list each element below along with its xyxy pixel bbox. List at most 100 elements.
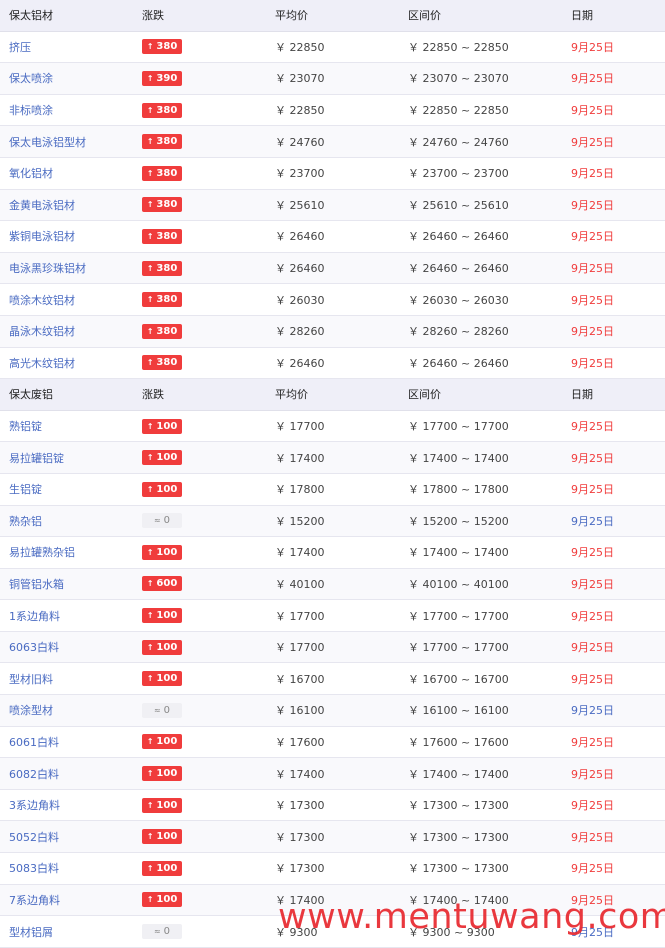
change-cell: ↑ 380 — [133, 102, 266, 118]
product-link[interactable]: 喷涂木纹铝材 — [9, 294, 75, 307]
product-link[interactable]: 5083白料 — [9, 862, 59, 875]
up-arrow-icon: ↑ — [146, 105, 154, 115]
product-link[interactable]: 1系边角料 — [9, 610, 60, 623]
avg-price-column-header: 平均价 — [275, 388, 308, 402]
change-value: 100 — [156, 831, 178, 843]
change-cell: ↑ 380 — [133, 292, 266, 308]
product-link[interactable]: 喷涂型材 — [9, 704, 53, 717]
avg-price: ￥ 15200 — [275, 514, 325, 528]
change-badge: ↑ 100 — [142, 860, 182, 876]
change-value: 600 — [156, 578, 178, 590]
product-cell: 5052白料 — [0, 829, 133, 845]
product-link[interactable]: 保太喷涂 — [9, 72, 53, 85]
product-link[interactable]: 晶泳木纹铝材 — [9, 325, 75, 338]
product-cell: 7系边角料 — [0, 892, 133, 908]
change-badge: ↑ 100 — [142, 766, 182, 782]
avg-price: ￥ 17600 — [275, 735, 325, 749]
section-header: 保太铝材 涨跌 平均价 区间价 日期 — [0, 0, 665, 32]
section-header: 保太废铝 涨跌 平均价 区间价 日期 — [0, 379, 665, 411]
change-cell: ↑ 100 — [133, 544, 266, 560]
product-link[interactable]: 3系边角料 — [9, 799, 60, 812]
change-cell: ↑ 100 — [133, 797, 266, 813]
range-price: ￥ 15200 ~ 15200 — [408, 514, 509, 528]
product-link[interactable]: 铜管铝水箱 — [9, 578, 64, 591]
range-price: ￥ 17400 ~ 17400 — [408, 546, 509, 560]
change-value: 100 — [156, 641, 178, 653]
date-value: 9月25日 — [571, 767, 614, 781]
change-badge: ↑ 380 — [142, 39, 182, 55]
product-cell: 保太电泳铝型材 — [0, 134, 133, 150]
change-cell: ≈0 — [133, 924, 266, 940]
product-link[interactable]: 非标喷涂 — [9, 104, 53, 117]
change-cell: ↑ 380 — [133, 197, 266, 213]
avg-price: ￥ 17300 — [275, 799, 325, 813]
product-link[interactable]: 高光木纹铝材 — [9, 357, 75, 370]
product-link[interactable]: 6082白料 — [9, 768, 59, 781]
range-price: ￥ 26460 ~ 26460 — [408, 356, 509, 370]
date-value: 9月25日 — [571, 799, 614, 813]
table-row: 易拉罐熟杂铝 ↑ 100 ￥ 17400 ￥ 17400 ~ 17400 9月25日 — [0, 537, 665, 569]
product-link[interactable]: 保太电泳铝型材 — [9, 136, 86, 149]
product-link[interactable]: 熟铝锭 — [9, 420, 42, 433]
product-link[interactable]: 型材旧料 — [9, 673, 53, 686]
product-cell: 挤压 — [0, 39, 133, 55]
table-row: 保太喷涂 ↑ 390 ￥ 23070 ￥ 23070 ~ 23070 9月25日 — [0, 63, 665, 95]
product-link[interactable]: 易拉罐熟杂铝 — [9, 546, 75, 559]
up-arrow-icon: ↑ — [146, 895, 154, 905]
product-cell: 喷涂型材 — [0, 702, 133, 718]
product-link[interactable]: 6063白料 — [9, 641, 59, 654]
change-cell: ↑ 380 — [133, 323, 266, 339]
table-row: 保太电泳铝型材 ↑ 380 ￥ 24760 ￥ 24760 ~ 24760 9月25日 — [0, 126, 665, 158]
up-arrow-icon: ↑ — [146, 200, 154, 210]
change-value: 380 — [156, 199, 178, 211]
product-link[interactable]: 氧化铝材 — [9, 167, 53, 180]
range-price: ￥ 16700 ~ 16700 — [408, 672, 509, 686]
date-value: 9月25日 — [571, 167, 614, 181]
product-link[interactable]: 型材铝屑 — [9, 926, 53, 939]
section-title: 保太废铝 — [9, 388, 53, 402]
range-price: ￥ 17300 ~ 17300 — [408, 799, 509, 813]
product-cell: 高光木纹铝材 — [0, 355, 133, 371]
range-price: ￥ 17800 ~ 17800 — [408, 483, 509, 497]
change-badge: ↑ 100 — [142, 544, 182, 560]
up-arrow-icon: ↑ — [146, 326, 154, 336]
change-cell: ↑ 100 — [133, 671, 266, 687]
change-badge: ↑ 100 — [142, 892, 182, 908]
change-badge: ↑ 380 — [142, 292, 182, 308]
avg-price: ￥ 23700 — [275, 167, 325, 181]
product-cell: 易拉罐熟杂铝 — [0, 544, 133, 560]
table-row: 6061白料 ↑ 100 ￥ 17600 ￥ 17600 ~ 17600 9月25日 — [0, 726, 665, 759]
product-link[interactable]: 熟杂铝 — [9, 515, 42, 528]
change-cell: ≈0 — [133, 513, 266, 529]
product-link[interactable]: 电泳黑珍珠铝材 — [9, 262, 86, 275]
product-link[interactable]: 7系边角料 — [9, 894, 60, 907]
change-value: 0 — [163, 515, 171, 527]
product-link[interactable]: 紫铜电泳铝材 — [9, 230, 75, 243]
change-value: 100 — [156, 483, 178, 495]
product-link[interactable]: 5052白料 — [9, 831, 59, 844]
product-cell: 喷涂木纹铝材 — [0, 292, 133, 308]
table-row: 氧化铝材 ↑ 380 ￥ 23700 ￥ 23700 ~ 23700 9月25日 — [0, 157, 665, 190]
product-link[interactable]: 生铝锭 — [9, 483, 42, 496]
product-cell: 熟杂铝 — [0, 513, 133, 529]
range-price: ￥ 23070 ~ 23070 — [408, 72, 509, 86]
change-cell: ↑ 380 — [133, 355, 266, 371]
change-value: 100 — [156, 452, 178, 464]
product-link[interactable]: 挤压 — [9, 41, 31, 54]
range-price: ￥ 23700 ~ 23700 — [408, 167, 509, 181]
table-row: 铜管铝水箱 ↑ 600 ￥ 40100 ￥ 40100 ~ 40100 9月25日 — [0, 568, 665, 601]
table-row: 1系边角料 ↑ 100 ￥ 17700 ￥ 17700 ~ 17700 9月25日 — [0, 600, 665, 632]
product-link[interactable]: 易拉罐铝锭 — [9, 452, 64, 465]
table-row: 非标喷涂 ↑ 380 ￥ 22850 ￥ 22850 ~ 22850 9月25日 — [0, 94, 665, 127]
range-price: ￥ 40100 ~ 40100 — [408, 577, 509, 591]
range-price-column-header: 区间价 — [408, 388, 441, 402]
product-link[interactable]: 金黄电泳铝材 — [9, 199, 75, 212]
product-cell: 铜管铝水箱 — [0, 576, 133, 592]
range-price: ￥ 16100 ~ 16100 — [408, 704, 509, 718]
avg-price: ￥ 17700 — [275, 609, 325, 623]
product-link[interactable]: 6061白料 — [9, 736, 59, 749]
up-arrow-icon: ↑ — [146, 674, 154, 684]
change-badge: ↑ 100 — [142, 671, 182, 687]
change-badge: ↑ 380 — [142, 228, 182, 244]
date-value: 9月25日 — [571, 104, 614, 118]
